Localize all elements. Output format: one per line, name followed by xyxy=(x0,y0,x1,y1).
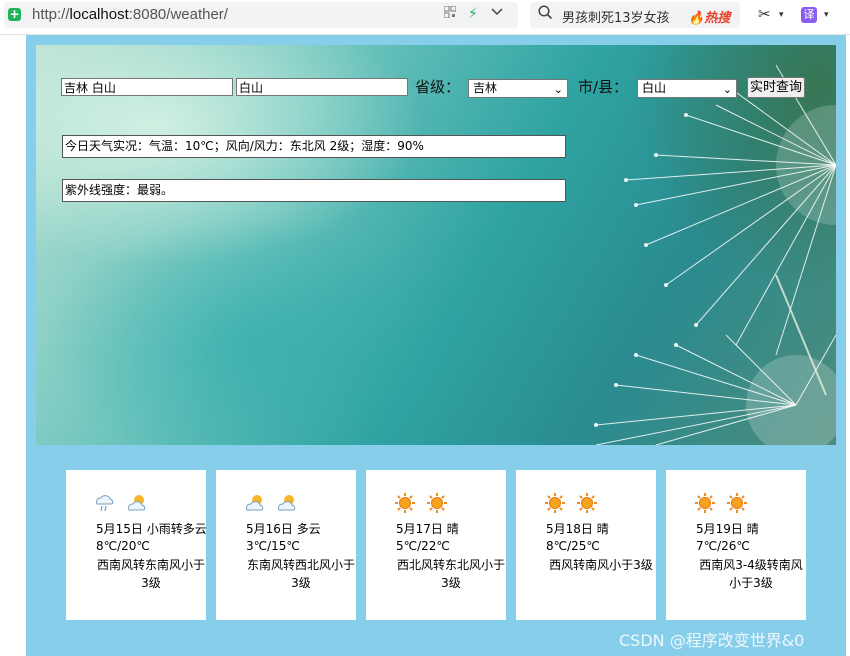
forecast-temp: 5℃/22℃ xyxy=(396,539,450,553)
qr-code-icon[interactable] xyxy=(443,5,457,22)
browser-toolbar: + http://localhost:8080/weather/ ⚡ 男孩刺死1… xyxy=(0,0,850,35)
partly-cloudy-icon xyxy=(276,492,298,517)
city-selected-value: 白山 xyxy=(642,81,667,95)
forecast-day: 5月16日 多云 xyxy=(246,522,321,536)
forecast-icons xyxy=(394,492,458,516)
forecast-temp: 3℃/15℃ xyxy=(246,539,300,553)
forecast-day: 5月15日 小雨转多云 xyxy=(96,522,207,536)
city-label: 市/县： xyxy=(578,78,629,96)
partly-cloudy-icon xyxy=(126,492,148,517)
search-icon xyxy=(538,5,553,24)
search-box[interactable]: 男孩刺死13岁女孩 🔥热搜 xyxy=(530,2,740,28)
forecast-wind: 西风转南风小于3级 xyxy=(549,558,653,572)
forecast-card: 5月15日 小雨转多云 8℃/20℃ 西南风转东南风小于3级 xyxy=(66,470,207,620)
sun-icon xyxy=(544,492,566,517)
forecast-icons xyxy=(544,492,608,516)
province-selected-value: 吉林 xyxy=(473,81,498,95)
url-text[interactable]: http://localhost:8080/weather/ xyxy=(32,6,228,23)
scissors-dropdown-icon[interactable]: ▾ xyxy=(779,10,784,20)
uv-index-field[interactable]: 紫外线强度：最弱。 xyxy=(62,179,566,202)
forecast-temp: 7℃/26℃ xyxy=(696,539,750,553)
forecast-temp: 8℃/20℃ xyxy=(96,539,150,553)
city-select[interactable]: 白山 ⌄ xyxy=(637,79,737,98)
forecast-temp: 8℃/25℃ xyxy=(546,539,600,553)
scissors-icon[interactable]: ✂ xyxy=(758,5,771,23)
forecast-wind: 西南风3-4级转南风小于3级 xyxy=(699,558,803,590)
forecast-card: 5月18日 晴 8℃/25℃ 西风转南风小于3级 xyxy=(516,470,656,620)
rain-cloud-icon xyxy=(94,492,116,517)
chevron-down-icon: ⌄ xyxy=(553,83,563,96)
forecast-wind: 东南风转西北风小于3级 xyxy=(246,558,355,590)
province-label: 省级： xyxy=(415,78,461,96)
forecast-icons xyxy=(244,492,308,516)
forecast-card: 5月19日 晴 7℃/26℃ 西南风3-4级转南风小于3级 xyxy=(666,470,806,620)
sun-icon xyxy=(394,492,416,517)
chevron-down-icon[interactable] xyxy=(491,6,503,22)
weather-page: 吉林 白山 白山 省级： 吉林 ⌄ 市/县： 白山 ⌄ 实时查询 今日天气实况：… xyxy=(26,35,846,656)
watermark: CSDN @程序改变世界&0 xyxy=(619,631,805,650)
forecast-day: 5月18日 晴 xyxy=(546,522,609,536)
translate-dropdown-icon[interactable]: ▾ xyxy=(824,10,829,20)
realtime-weather-field[interactable]: 今日天气实况：气温：10℃；风向/风力：东北风 2级；湿度：90% xyxy=(62,135,566,158)
forecast-card: 5月17日 晴 5℃/22℃ 西北风转东北风小于3级 xyxy=(366,470,506,620)
sun-icon xyxy=(726,492,748,517)
site-security-icon: + xyxy=(8,7,21,21)
lightning-icon[interactable]: ⚡ xyxy=(468,6,478,22)
sun-icon xyxy=(576,492,598,517)
partly-cloudy-icon xyxy=(244,492,266,517)
translate-icon[interactable]: 译 xyxy=(801,7,817,23)
forecast-day: 5月19日 晴 xyxy=(696,522,759,536)
city-input[interactable]: 白山 xyxy=(236,78,408,96)
forecast-icons xyxy=(94,492,158,516)
province-select[interactable]: 吉林 ⌄ xyxy=(468,79,568,98)
forecast-wind: 西南风转东南风小于3级 xyxy=(96,558,205,590)
forecast-day: 5月17日 晴 xyxy=(396,522,459,536)
forecast-card: 5月16日 多云 3℃/15℃ 东南风转西北风小于3级 xyxy=(216,470,356,620)
address-bar[interactable]: + http://localhost:8080/weather/ ⚡ xyxy=(4,2,518,28)
forecast-icons xyxy=(694,492,758,516)
flame-icon: 🔥 xyxy=(688,11,705,26)
hot-search-label[interactable]: 🔥热搜 xyxy=(688,7,730,26)
chevron-down-icon: ⌄ xyxy=(722,83,732,96)
sun-icon xyxy=(426,492,448,517)
forecast-wind: 西北风转东北风小于3级 xyxy=(396,558,505,590)
location-input[interactable]: 吉林 白山 xyxy=(61,78,233,96)
sun-icon xyxy=(694,492,716,517)
realtime-query-button[interactable]: 实时查询 xyxy=(747,77,805,98)
hero-banner: 吉林 白山 白山 省级： 吉林 ⌄ 市/县： 白山 ⌄ 实时查询 今日天气实况：… xyxy=(36,45,836,445)
search-suggestion[interactable]: 男孩刺死13岁女孩 xyxy=(562,7,670,26)
dandelion-image xyxy=(594,64,836,445)
